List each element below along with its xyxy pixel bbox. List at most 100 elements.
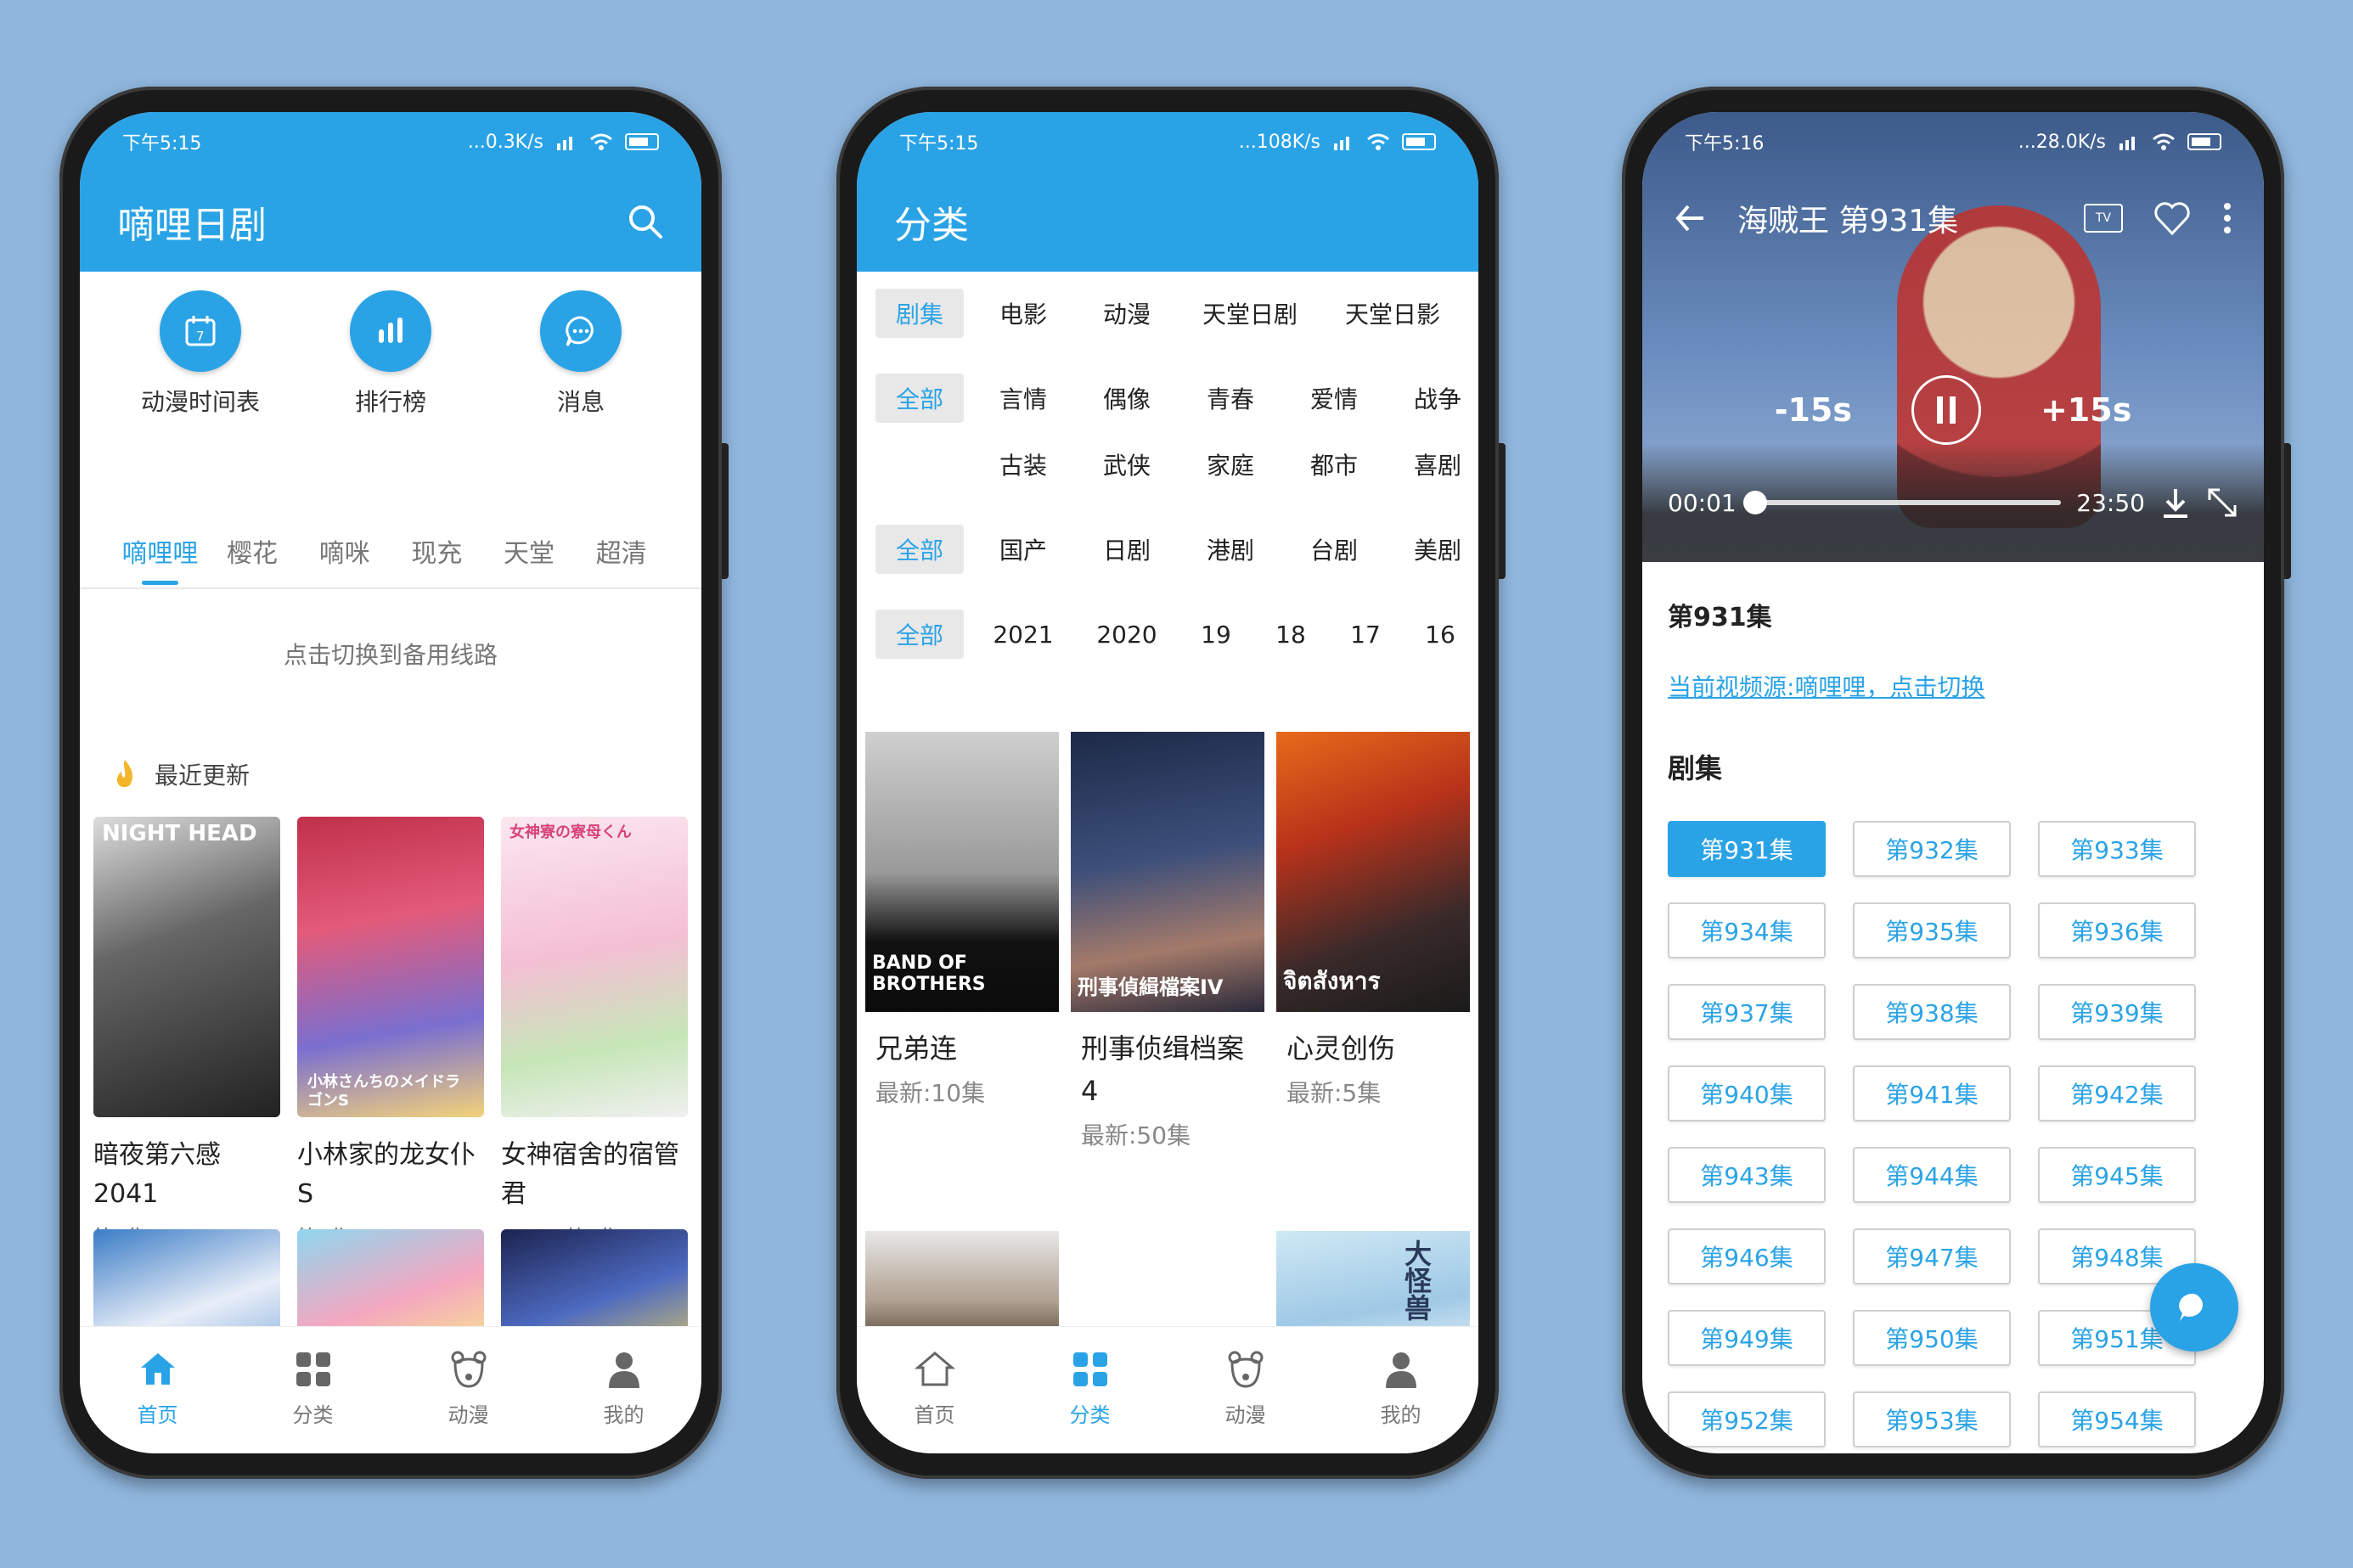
list-item[interactable]: 小林さんちのメイドラゴンS 小林家的龙女仆 S 第5集	[297, 817, 484, 1250]
episode-button[interactable]: 第950集	[1853, 1310, 2011, 1366]
quick-schedule-label: 动漫时间表	[140, 388, 260, 416]
filter-region[interactable]: 日剧	[1083, 525, 1171, 574]
quick-ranking-button[interactable]: 排行榜	[306, 290, 476, 418]
episode-button[interactable]: 第946集	[1668, 1228, 1826, 1284]
tab-tiantang[interactable]: 天堂	[483, 532, 576, 585]
nav-anime[interactable]: 动漫	[1186, 1349, 1305, 1428]
episode-button[interactable]: 第932集	[1853, 821, 2011, 877]
nav-anime[interactable]: 动漫	[409, 1349, 528, 1428]
episode-button[interactable]: 第949集	[1668, 1310, 1826, 1366]
tab-dilidili[interactable]: 嘀哩哩	[114, 532, 206, 585]
episode-button[interactable]: 第945集	[2038, 1147, 2196, 1203]
episode-button[interactable]: 第953集	[1853, 1391, 2011, 1447]
filter-region[interactable]: 港剧	[1186, 525, 1275, 574]
filter-year[interactable]: 2020	[1083, 610, 1171, 659]
forward-button[interactable]: +15s	[2041, 391, 2131, 429]
filter-genre-all[interactable]: 全部	[875, 374, 964, 423]
filter-year[interactable]: 19	[1186, 610, 1246, 659]
quick-schedule-button[interactable]: 7 动漫时间表	[115, 290, 285, 418]
episode-button[interactable]: 第947集	[1853, 1228, 2011, 1284]
network-speed: ...0.3K/s	[467, 131, 543, 153]
filter-type-jp-movie[interactable]: 天堂日影	[1329, 289, 1456, 338]
filter-region[interactable]: 台剧	[1290, 525, 1378, 574]
grid-icon	[1072, 1352, 1107, 1386]
search-icon[interactable]	[627, 203, 664, 240]
episode-button[interactable]: 第943集	[1668, 1147, 1826, 1203]
list-item[interactable]: NIGHT HEAD 暗夜第六感 2041 第4集	[93, 817, 280, 1250]
episode-button[interactable]: 第938集	[1853, 984, 2011, 1040]
tab-xianchong[interactable]: 现充	[391, 532, 483, 585]
filter-region[interactable]: 美剧	[1393, 525, 1478, 574]
filter-genre[interactable]: 武侠	[1083, 440, 1171, 489]
switch-line-link[interactable]: 点击切换到备用线路	[80, 637, 701, 671]
episode-button[interactable]: 第934集	[1668, 902, 1826, 958]
list-item[interactable]: จิตสังหาร 心灵创伤 最新:5集	[1276, 732, 1470, 1151]
more-vert-icon[interactable]	[2221, 201, 2233, 235]
nav-category[interactable]: 分类	[254, 1349, 373, 1428]
episode-button[interactable]: 第935集	[1853, 902, 2011, 958]
wifi-icon	[590, 133, 612, 150]
episode-button[interactable]: 第937集	[1668, 984, 1826, 1040]
tab-dimi[interactable]: 嘀咪	[298, 532, 391, 585]
pause-button[interactable]	[1911, 375, 1981, 445]
filter-type-series[interactable]: 剧集	[875, 289, 964, 338]
progress-knob[interactable]	[1742, 491, 1767, 514]
episodes-heading: 剧集	[1668, 752, 1723, 784]
chat-fab[interactable]	[2150, 1263, 2238, 1352]
quick-message-button[interactable]: 消息	[496, 290, 666, 418]
filter-year[interactable]: 17	[1336, 610, 1395, 659]
episode-button[interactable]: 第952集	[1668, 1391, 1826, 1447]
filter-genre[interactable]: 战争	[1393, 374, 1478, 423]
episode-button[interactable]: 第936集	[2038, 902, 2196, 958]
filter-year[interactable]: 16	[1410, 610, 1470, 659]
episode-button[interactable]: 第954集	[2038, 1391, 2196, 1447]
current-time: 00:01	[1668, 488, 1737, 517]
back-arrow-icon[interactable]	[1673, 201, 1707, 235]
filter-region[interactable]: 国产	[979, 525, 1067, 574]
filter-year[interactable]: 2021	[979, 610, 1067, 659]
filter-region-all[interactable]: 全部	[875, 525, 964, 574]
filter-genre[interactable]: 都市	[1290, 440, 1378, 489]
filter-genre[interactable]: 家庭	[1186, 440, 1275, 489]
progress-slider[interactable]	[1742, 491, 2062, 514]
wifi-icon	[2153, 133, 2175, 150]
filter-genre[interactable]: 偶像	[1083, 374, 1171, 423]
filter-genre[interactable]: 青春	[1186, 374, 1275, 423]
list-item[interactable]: 刑事偵緝檔案IV 刑事侦缉档案 4 最新:50集	[1071, 732, 1264, 1151]
cast-tv-icon[interactable]: TV	[2084, 204, 2123, 233]
download-icon[interactable]	[2160, 486, 2191, 520]
tab-sakura[interactable]: 樱花	[206, 532, 299, 585]
list-item[interactable]: BAND OF BROTHERS 兄弟连 最新:10集	[865, 732, 1059, 1151]
network-speed: ...28.0K/s	[2018, 131, 2106, 153]
nav-profile-label: 我的	[603, 1403, 645, 1427]
list-item[interactable]: 女神寮の寮母くん 女神宿舍的宿管君 00:00 第4集	[501, 817, 688, 1250]
filter-genre[interactable]: 喜剧	[1393, 440, 1478, 489]
filter-year-all[interactable]: 全部	[875, 610, 964, 659]
filter-type-anime[interactable]: 动漫	[1083, 289, 1171, 338]
nav-profile[interactable]: 我的	[1342, 1349, 1461, 1428]
fullscreen-icon[interactable]	[2206, 486, 2238, 519]
tab-chaoqing[interactable]: 超清	[575, 532, 667, 585]
episode-button[interactable]: 第940集	[1668, 1065, 1826, 1121]
episode-button[interactable]: 第939集	[2038, 984, 2196, 1040]
app-title: 分类	[894, 204, 969, 247]
rewind-button[interactable]: -15s	[1775, 391, 1852, 429]
filter-genre[interactable]: 古装	[979, 440, 1067, 489]
filter-type-movie[interactable]: 电影	[979, 289, 1067, 338]
nav-profile[interactable]: 我的	[565, 1349, 684, 1428]
filter-genre[interactable]: 言情	[979, 374, 1067, 423]
episode-button[interactable]: 第931集	[1668, 821, 1826, 877]
nav-home[interactable]: 首页	[99, 1349, 217, 1428]
nav-home[interactable]: 首页	[875, 1349, 994, 1428]
episode-button[interactable]: 第933集	[2038, 821, 2196, 877]
episode-button[interactable]: 第944集	[1853, 1147, 2011, 1203]
episode-button[interactable]: 第942集	[2038, 1065, 2196, 1121]
episode-button[interactable]: 第941集	[1853, 1065, 2011, 1121]
nav-category[interactable]: 分类	[1031, 1349, 1150, 1428]
poster-title: จิตสังหาร	[1283, 967, 1381, 995]
switch-source-link[interactable]: 当前视频源:嘀哩哩，点击切换	[1668, 669, 2238, 703]
filter-genre[interactable]: 爱情	[1290, 374, 1378, 423]
heart-icon[interactable]	[2153, 201, 2191, 235]
filter-type-jp-drama[interactable]: 天堂日剧	[1186, 289, 1314, 338]
filter-year[interactable]: 18	[1261, 610, 1320, 659]
